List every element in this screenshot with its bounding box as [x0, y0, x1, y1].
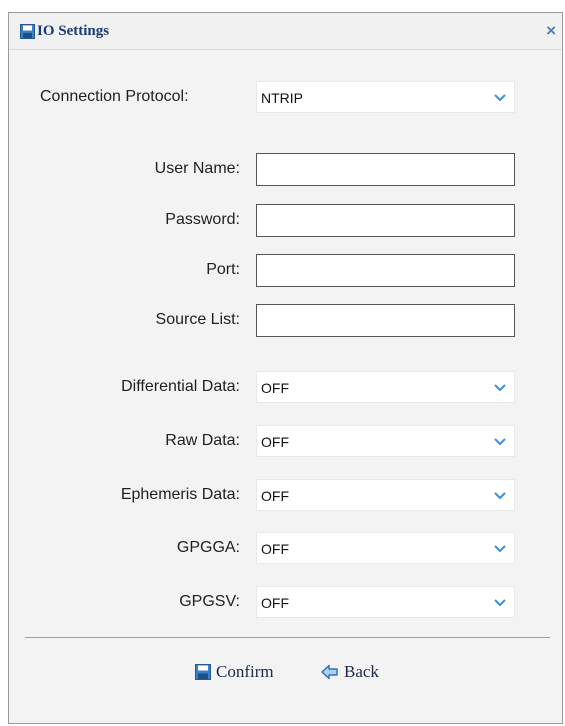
save-icon	[195, 664, 211, 680]
connection-protocol-value: NTRIP	[261, 90, 303, 106]
back-arrow-icon	[321, 664, 338, 680]
raw-data-label: Raw Data:	[165, 432, 240, 449]
differential-data-value: OFF	[261, 380, 289, 396]
save-icon	[20, 24, 35, 39]
dialog-body: Connection Protocol: NTRIP User Name: Pa…	[9, 50, 562, 723]
raw-data-select[interactable]: OFF	[256, 425, 515, 457]
chevron-down-icon	[494, 384, 506, 392]
source-list-input[interactable]	[256, 304, 515, 337]
chevron-down-icon	[494, 94, 506, 102]
ephemeris-data-select[interactable]: OFF	[256, 479, 515, 511]
raw-data-value: OFF	[261, 434, 289, 450]
dialog-titlebar: IO Settings ×	[9, 13, 562, 50]
password-label: Password:	[165, 211, 240, 228]
gpgsv-select[interactable]: OFF	[256, 586, 515, 618]
user-name-input[interactable]	[256, 153, 515, 186]
close-icon[interactable]: ×	[546, 22, 556, 39]
gpgga-value: OFF	[261, 541, 289, 557]
io-settings-dialog: IO Settings × Connection Protocol: NTRIP…	[8, 12, 563, 724]
gpgga-select[interactable]: OFF	[256, 532, 515, 564]
confirm-button[interactable]: Confirm	[195, 660, 274, 684]
connection-protocol-select[interactable]: NTRIP	[256, 81, 515, 113]
back-button[interactable]: Back	[321, 660, 379, 684]
gpgsv-value: OFF	[261, 595, 289, 611]
ephemeris-data-value: OFF	[261, 488, 289, 504]
footer-divider	[25, 637, 550, 638]
chevron-down-icon	[494, 545, 506, 553]
chevron-down-icon	[494, 492, 506, 500]
dialog-title: IO Settings	[37, 23, 110, 39]
confirm-label: Confirm	[216, 662, 274, 681]
port-label: Port:	[206, 261, 240, 278]
back-label: Back	[344, 662, 379, 681]
gpgsv-label: GPGSV:	[179, 593, 240, 610]
ephemeris-data-label: Ephemeris Data:	[120, 486, 240, 503]
source-list-label: Source List:	[155, 311, 240, 328]
differential-data-select[interactable]: OFF	[256, 371, 515, 403]
connection-protocol-label: Connection Protocol:	[40, 88, 189, 105]
chevron-down-icon	[494, 438, 506, 446]
user-name-label: User Name:	[154, 160, 240, 177]
gpgga-label: GPGGA:	[176, 539, 240, 556]
password-input[interactable]	[256, 204, 515, 237]
chevron-down-icon	[494, 599, 506, 607]
port-input[interactable]	[256, 254, 515, 287]
differential-data-label: Differential Data:	[121, 378, 240, 395]
